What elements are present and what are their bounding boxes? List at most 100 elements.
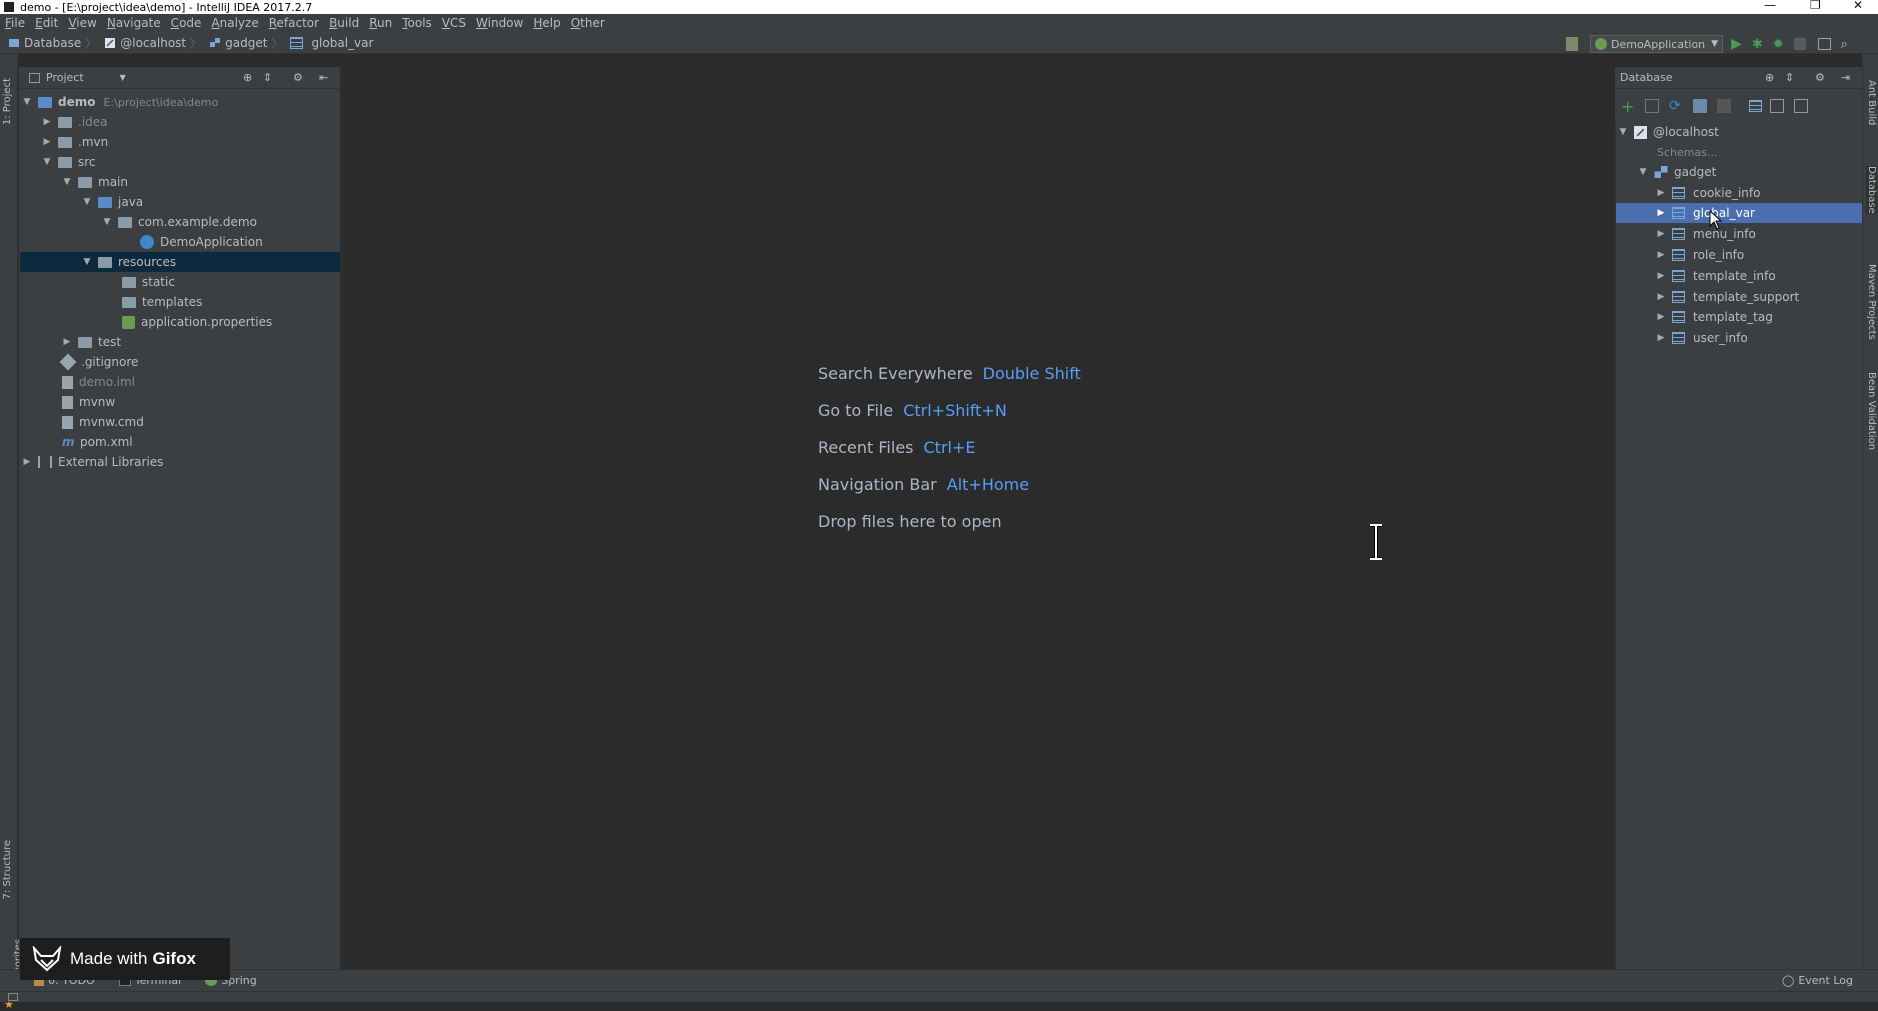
- db-table-row-selected[interactable]: ▶ global_var: [1616, 203, 1862, 223]
- stop-icon[interactable]: [1793, 38, 1806, 50]
- menu-vcs[interactable]: VCS: [437, 16, 471, 30]
- schema-settings-icon[interactable]: [1693, 99, 1707, 113]
- collapsed-arrow-icon: ▶: [43, 117, 51, 127]
- scroll-from-source-icon[interactable]: ⊕: [1765, 71, 1774, 84]
- run-configuration-select[interactable]: DemoApplication ▼: [1590, 35, 1724, 53]
- menu-window[interactable]: Window: [471, 16, 528, 30]
- menu-edit[interactable]: Edit: [30, 16, 63, 30]
- chevron-down-icon[interactable]: ▼: [120, 73, 126, 82]
- menu-tools[interactable]: Tools: [397, 16, 437, 30]
- tree-item-external-libraries[interactable]: ▶ External Libraries: [22, 452, 164, 472]
- tree-item-demo[interactable]: ▼ demo E:\project\idea\demo: [22, 92, 219, 112]
- menu-analyze[interactable]: Analyze: [206, 16, 263, 30]
- stop-icon[interactable]: [1717, 99, 1731, 113]
- mouse-pointer-icon: [1709, 210, 1723, 230]
- minimize-icon[interactable]: —: [1764, 0, 1776, 12]
- run-icon[interactable]: ▶: [1731, 36, 1742, 52]
- tree-item-main[interactable]: ▼ main: [62, 172, 128, 192]
- db-tree-item-gadget[interactable]: ▼ gadget: [1638, 162, 1717, 182]
- project-view-select[interactable]: Project: [46, 71, 84, 84]
- intellij-app-icon: [4, 2, 14, 12]
- breadcrumb-global-var[interactable]: global_var: [282, 36, 377, 50]
- db-table-row[interactable]: ▶ role_info: [1656, 245, 1745, 265]
- hide-panel-icon[interactable]: ⇤: [319, 71, 328, 84]
- menu-other[interactable]: Other: [566, 16, 610, 30]
- tree-item-pom-xml[interactable]: m pom.xml: [62, 432, 133, 452]
- db-tree-item-localhost[interactable]: ▼ @localhost: [1618, 122, 1719, 142]
- tab-database[interactable]: Database: [1866, 166, 1877, 214]
- tab-ant-build[interactable]: Ant Build: [1866, 80, 1877, 125]
- menu-help[interactable]: Help: [528, 16, 565, 30]
- console-icon[interactable]: [1794, 99, 1808, 113]
- debug-icon[interactable]: ✱: [1752, 37, 1763, 52]
- breadcrumb-localhost[interactable]: @localhost: [96, 36, 190, 50]
- tab-structure[interactable]: 7: Structure: [2, 840, 13, 899]
- table-editor-icon[interactable]: [1749, 100, 1762, 112]
- menu-run[interactable]: Run: [364, 16, 397, 30]
- tree-item-mvnw-cmd[interactable]: mvnw.cmd: [62, 412, 144, 432]
- maximize-icon[interactable]: ❐: [1810, 0, 1821, 12]
- tree-item-mvn[interactable]: ▶ .mvn: [42, 132, 109, 152]
- db-tree-item-schemas[interactable]: Schemas...: [1657, 142, 1717, 162]
- search-icon[interactable]: ⌕: [1841, 37, 1848, 52]
- tree-item-label: main: [98, 175, 128, 189]
- gear-icon[interactable]: ⚙: [293, 71, 303, 84]
- build-icon[interactable]: [1566, 37, 1578, 51]
- tree-item-src[interactable]: ▼ src: [42, 152, 96, 172]
- project-structure-icon[interactable]: [1817, 38, 1831, 50]
- tree-item-mvnw[interactable]: mvnw: [62, 392, 115, 412]
- db-table-row[interactable]: ▶ cookie_info: [1656, 183, 1761, 203]
- source-folder-icon: [98, 196, 112, 208]
- expanded-arrow-icon: ▼: [23, 97, 31, 107]
- tree-item-package[interactable]: ▼ com.example.demo: [102, 212, 257, 232]
- hint-label: Navigation Bar: [818, 475, 937, 494]
- db-table-row[interactable]: ▶ menu_info: [1656, 224, 1756, 244]
- close-icon[interactable]: ✕: [1853, 0, 1863, 12]
- menu-code[interactable]: Code: [166, 16, 207, 30]
- tree-item-java[interactable]: ▼ java: [82, 192, 144, 212]
- tab-maven-projects[interactable]: Maven Projects: [1866, 264, 1877, 340]
- breadcrumb-gadget[interactable]: gadget: [201, 36, 271, 50]
- breadcrumb-database[interactable]: Database: [0, 36, 85, 50]
- expanded-arrow-icon: ▼: [1619, 127, 1627, 137]
- db-table-row[interactable]: ▶ template_tag: [1656, 307, 1773, 327]
- refresh-icon[interactable]: ⟳: [1669, 98, 1683, 114]
- hide-panel-icon[interactable]: ⇥: [1841, 71, 1850, 84]
- copy-icon[interactable]: [1645, 99, 1659, 113]
- menu-build[interactable]: Build: [324, 16, 364, 30]
- collapse-all-icon[interactable]: ⇕: [263, 71, 272, 84]
- tree-item-label: com.example.demo: [138, 215, 257, 229]
- tree-item-label: mvnw.cmd: [79, 415, 144, 429]
- tree-item-demo-iml[interactable]: demo.iml: [62, 372, 135, 392]
- breadcrumb-label: Database: [24, 35, 82, 50]
- db-table-row[interactable]: ▶ template_support: [1656, 287, 1800, 307]
- edit-source-icon[interactable]: [1770, 99, 1784, 113]
- tree-item-resources[interactable]: ▼ resources: [20, 252, 340, 272]
- tab-event-log[interactable]: ◯ Event Log: [1782, 974, 1853, 987]
- tab-bean-validation[interactable]: Bean Validation: [1866, 372, 1877, 450]
- tool-windows-icon[interactable]: [8, 993, 18, 1001]
- tab-project[interactable]: 1: Project: [2, 78, 13, 125]
- hint-label: Drop files here to open: [818, 512, 1002, 531]
- tree-item-static[interactable]: static: [122, 272, 175, 292]
- add-icon[interactable]: +: [1621, 97, 1635, 116]
- scroll-from-source-icon[interactable]: ⊕: [243, 71, 252, 84]
- db-table-row[interactable]: ▶ user_info: [1656, 328, 1748, 348]
- tree-item-application-properties[interactable]: application.properties: [122, 312, 272, 332]
- table-icon: [1672, 311, 1685, 323]
- tree-item-templates[interactable]: templates: [122, 292, 202, 312]
- menu-navigate[interactable]: Navigate: [102, 16, 166, 30]
- coverage-icon[interactable]: ✹: [1773, 37, 1784, 52]
- tree-item-demo-application[interactable]: DemoApplication: [140, 232, 263, 252]
- menu-file[interactable]: File: [0, 16, 30, 30]
- database-panel-header: Database ⊕ ⇕ ⚙ ⇥: [1615, 67, 1862, 89]
- tree-item-test[interactable]: ▶ test: [62, 332, 122, 352]
- gear-icon[interactable]: ⚙: [1815, 71, 1825, 84]
- menu-view[interactable]: View: [63, 16, 101, 30]
- menu-refactor[interactable]: Refactor: [264, 16, 324, 30]
- collapse-all-icon[interactable]: ⇕: [1785, 71, 1794, 84]
- tree-item-idea[interactable]: ▶ .idea: [42, 112, 108, 132]
- folder-icon: [58, 116, 72, 128]
- tree-item-gitignore[interactable]: .gitignore: [59, 352, 138, 372]
- db-table-row[interactable]: ▶ template_info: [1656, 266, 1776, 286]
